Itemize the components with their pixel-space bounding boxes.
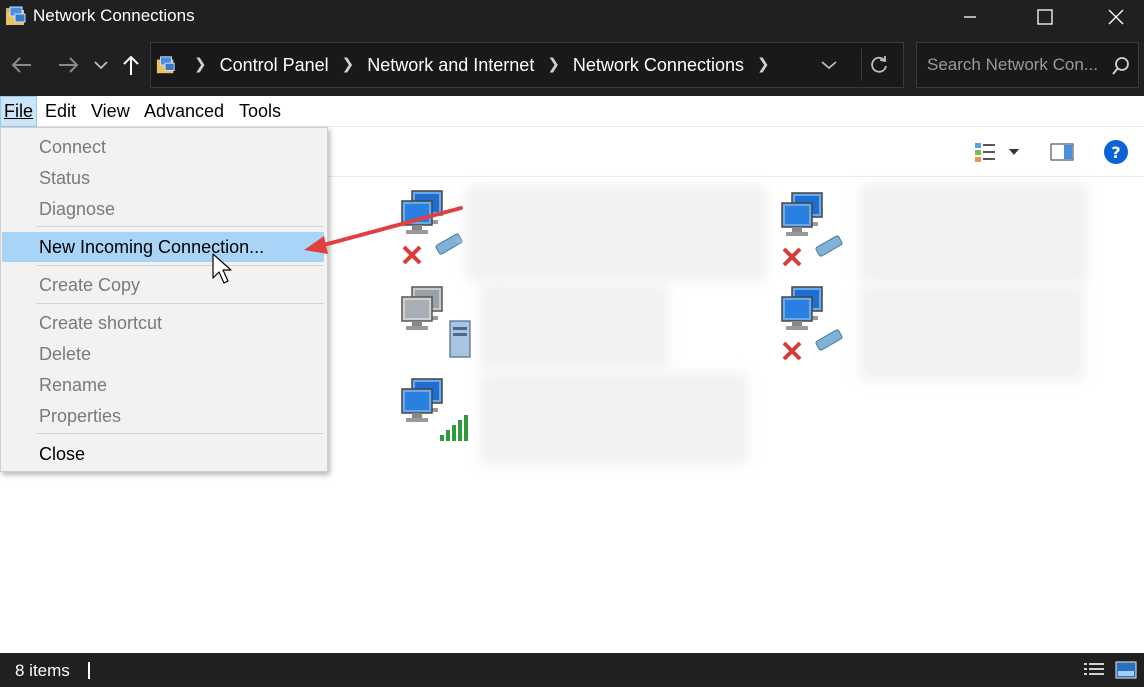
title-bar: Network Connections xyxy=(0,0,1144,34)
recent-locations-button[interactable] xyxy=(91,51,111,79)
menu-item-new-incoming-connection[interactable]: New Incoming Connection... xyxy=(2,232,324,262)
network-computers-icon[interactable] xyxy=(398,189,474,265)
chevron-right-icon[interactable]: ❯ xyxy=(547,55,560,73)
search-icon[interactable] xyxy=(1111,56,1131,76)
large-icons-view-button[interactable] xyxy=(1114,659,1138,681)
menu-item-create-copy[interactable]: Create Copy xyxy=(2,270,324,300)
connection-details-hidden xyxy=(860,285,1084,381)
arrow-right-icon xyxy=(59,57,79,73)
menu-separator xyxy=(36,265,324,266)
up-button[interactable] xyxy=(118,51,144,79)
caret-down-icon xyxy=(1009,149,1019,155)
connection-details-hidden xyxy=(860,183,1088,283)
menu-view[interactable]: View xyxy=(88,96,133,127)
minimize-button[interactable] xyxy=(935,0,1005,34)
arrow-left-icon xyxy=(11,57,31,73)
menu-separator xyxy=(36,226,324,227)
connection-details-hidden xyxy=(480,373,748,465)
refresh-icon xyxy=(870,56,887,73)
preview-pane-button[interactable] xyxy=(1048,137,1076,167)
connection-details-hidden xyxy=(466,185,766,281)
breadcrumb-network-connections[interactable]: Network Connections xyxy=(573,55,744,76)
search-input[interactable] xyxy=(917,43,1107,87)
menu-edit[interactable]: Edit xyxy=(42,96,79,127)
network-folder-icon xyxy=(156,56,175,74)
network-server-icon[interactable] xyxy=(398,285,474,361)
details-view-button[interactable] xyxy=(1082,659,1106,681)
minimize-icon xyxy=(964,16,976,18)
preview-pane-icon xyxy=(1050,143,1074,161)
maximize-icon xyxy=(1037,9,1053,25)
change-view-button[interactable] xyxy=(970,137,1000,167)
breadcrumb: ❯ Control Panel ❯ Network and Internet ❯… xyxy=(181,43,783,87)
chevron-right-icon[interactable]: ❯ xyxy=(342,55,355,73)
menu-separator xyxy=(36,303,324,304)
wireless-network-icon[interactable] xyxy=(398,377,474,453)
maximize-button[interactable] xyxy=(1010,0,1080,34)
menu-separator xyxy=(36,433,324,434)
address-bar[interactable]: ❯ Control Panel ❯ Network and Internet ❯… xyxy=(150,42,904,88)
menu-item-properties[interactable]: Properties xyxy=(2,401,324,431)
file-menu-dropdown: Connect Status Diagnose New Incoming Con… xyxy=(0,127,328,472)
svg-text:?: ? xyxy=(1111,143,1120,162)
breadcrumb-control-panel[interactable]: Control Panel xyxy=(220,55,329,76)
help-icon: ? xyxy=(1104,140,1128,164)
refresh-button[interactable] xyxy=(861,49,895,81)
menu-item-delete[interactable]: Delete xyxy=(2,339,324,369)
view-details-icon xyxy=(975,143,995,162)
menu-item-status[interactable]: Status xyxy=(2,163,324,193)
view-options-dropdown[interactable] xyxy=(1004,137,1024,167)
menu-file-label: File xyxy=(4,101,34,121)
help-button[interactable]: ? xyxy=(1101,137,1131,167)
menu-file[interactable]: File xyxy=(0,96,38,127)
menu-item-diagnose[interactable]: Diagnose xyxy=(2,194,324,224)
network-computers-icon[interactable] xyxy=(778,191,854,267)
menu-tools[interactable]: Tools xyxy=(236,96,284,127)
large-icons-view-icon xyxy=(1115,661,1137,679)
item-count: 8 items xyxy=(15,661,70,680)
network-folder-icon xyxy=(6,6,26,25)
chevron-down-icon xyxy=(821,61,837,70)
menu-item-connect[interactable]: Connect xyxy=(2,132,324,162)
arrow-up-icon xyxy=(123,55,139,75)
close-icon xyxy=(1108,9,1124,25)
status-divider xyxy=(88,662,90,679)
chevron-right-icon[interactable]: ❯ xyxy=(194,55,207,73)
details-view-icon xyxy=(1084,663,1104,675)
menu-bar: File Edit View Advanced Tools xyxy=(0,96,1144,127)
network-computers-icon[interactable] xyxy=(778,285,854,361)
status-bar: 8 items xyxy=(0,653,1144,687)
close-window-button[interactable] xyxy=(1081,0,1144,34)
chevron-down-icon xyxy=(94,61,108,70)
back-button[interactable] xyxy=(8,51,36,79)
forward-button[interactable] xyxy=(54,51,82,79)
window-title: Network Connections xyxy=(33,6,195,25)
navigation-bar: ❯ Control Panel ❯ Network and Internet ❯… xyxy=(0,34,1144,96)
menu-item-close[interactable]: Close xyxy=(2,439,324,469)
menu-advanced[interactable]: Advanced xyxy=(141,96,227,127)
chevron-right-icon[interactable]: ❯ xyxy=(757,55,770,73)
connection-details-hidden xyxy=(480,283,668,369)
menu-item-create-shortcut[interactable]: Create shortcut xyxy=(2,308,324,338)
address-history-button[interactable] xyxy=(815,51,843,79)
search-box[interactable] xyxy=(916,42,1139,88)
menu-item-rename[interactable]: Rename xyxy=(2,370,324,400)
breadcrumb-network-and-internet[interactable]: Network and Internet xyxy=(367,55,534,76)
